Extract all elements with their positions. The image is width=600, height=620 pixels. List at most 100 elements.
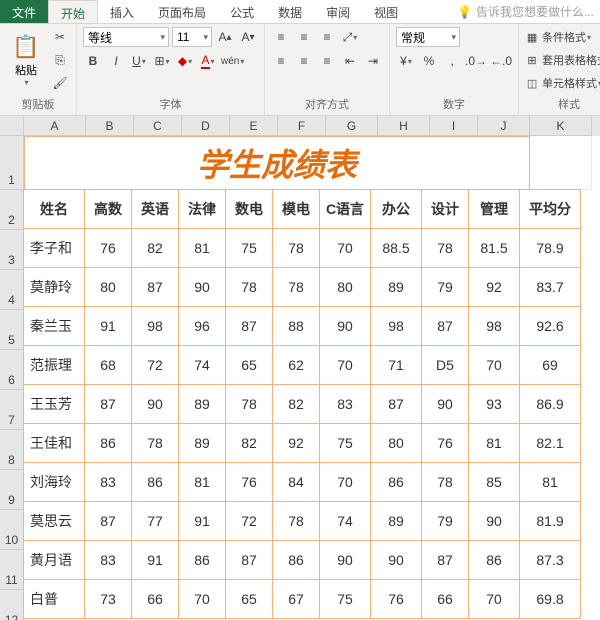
- data-cell[interactable]: 87: [84, 501, 132, 541]
- cell-styles-button[interactable]: ◫单元格样式▾: [525, 73, 600, 93]
- data-cell[interactable]: D5: [421, 345, 469, 385]
- data-cell[interactable]: 75: [319, 423, 371, 463]
- row-header[interactable]: 5: [0, 310, 24, 350]
- cell[interactable]: [530, 136, 592, 190]
- data-cell[interactable]: 83: [84, 462, 132, 502]
- data-cell[interactable]: 90: [319, 306, 371, 346]
- data-cell[interactable]: 86.9: [519, 384, 581, 424]
- row-header[interactable]: 8: [0, 430, 24, 470]
- data-cell[interactable]: 90: [319, 540, 371, 580]
- header-cell[interactable]: 管理: [468, 189, 520, 229]
- data-cell[interactable]: 76: [370, 579, 422, 619]
- data-cell[interactable]: 65: [225, 345, 273, 385]
- data-cell[interactable]: 80: [319, 267, 371, 307]
- header-cell[interactable]: 平均分: [519, 189, 581, 229]
- tab-file[interactable]: 文件: [0, 0, 48, 23]
- bold-button[interactable]: B: [83, 51, 103, 71]
- data-cell[interactable]: 83: [319, 384, 371, 424]
- data-cell[interactable]: 78.9: [519, 228, 581, 268]
- shrink-font-button[interactable]: A▾: [238, 27, 258, 47]
- format-painter-button[interactable]: 🖌: [50, 73, 70, 93]
- align-right-button[interactable]: ≡: [317, 51, 337, 71]
- column-header[interactable]: D: [182, 116, 230, 136]
- data-cell[interactable]: 79: [421, 501, 469, 541]
- data-cell[interactable]: 86: [370, 462, 422, 502]
- data-cell[interactable]: 76: [225, 462, 273, 502]
- data-cell[interactable]: 98: [370, 306, 422, 346]
- header-cell[interactable]: 数电: [225, 189, 273, 229]
- data-cell[interactable]: 73: [84, 579, 132, 619]
- data-cell[interactable]: 72: [131, 345, 179, 385]
- data-cell[interactable]: 98: [468, 306, 520, 346]
- data-cell[interactable]: 79: [421, 267, 469, 307]
- data-cell[interactable]: 82.1: [519, 423, 581, 463]
- data-cell[interactable]: 70: [319, 228, 371, 268]
- column-header[interactable]: C: [134, 116, 182, 136]
- percent-button[interactable]: %: [419, 51, 439, 71]
- data-cell[interactable]: 96: [178, 306, 226, 346]
- data-cell[interactable]: 74: [319, 501, 371, 541]
- data-cell[interactable]: 86: [468, 540, 520, 580]
- data-cell[interactable]: 78: [131, 423, 179, 463]
- data-cell[interactable]: 81: [519, 462, 581, 502]
- data-cell[interactable]: 88: [272, 306, 320, 346]
- data-cell[interactable]: 87: [421, 306, 469, 346]
- data-cell[interactable]: 80: [370, 423, 422, 463]
- data-cell[interactable]: 90: [468, 501, 520, 541]
- data-cell[interactable]: 76: [421, 423, 469, 463]
- grid[interactable]: 学生成绩表姓名高数英语法律数电模电C语言办公设计管理平均分李子和76828175…: [24, 136, 600, 619]
- row-header[interactable]: 7: [0, 390, 24, 430]
- data-cell[interactable]: 90: [421, 384, 469, 424]
- font-size-select[interactable]: 11: [172, 27, 212, 47]
- data-cell[interactable]: 75: [225, 228, 273, 268]
- align-top-button[interactable]: ≡: [271, 27, 291, 47]
- name-cell[interactable]: 王佳和: [23, 423, 85, 463]
- tab-insert[interactable]: 插入: [98, 0, 146, 23]
- data-cell[interactable]: 90: [131, 384, 179, 424]
- inc-decimal-button[interactable]: .0→: [465, 51, 487, 71]
- header-cell[interactable]: 设计: [421, 189, 469, 229]
- data-cell[interactable]: 90: [178, 267, 226, 307]
- orientation-button[interactable]: ⤢▾: [340, 27, 360, 47]
- data-cell[interactable]: 91: [131, 540, 179, 580]
- data-cell[interactable]: 78: [272, 228, 320, 268]
- indent-right-button[interactable]: ⇥: [363, 51, 383, 71]
- data-cell[interactable]: 69: [519, 345, 581, 385]
- data-cell[interactable]: 81.5: [468, 228, 520, 268]
- data-cell[interactable]: 69.8: [519, 579, 581, 619]
- header-cell[interactable]: 办公: [370, 189, 422, 229]
- column-header[interactable]: E: [230, 116, 278, 136]
- data-cell[interactable]: 68: [84, 345, 132, 385]
- data-cell[interactable]: 82: [131, 228, 179, 268]
- data-cell[interactable]: 70: [178, 579, 226, 619]
- column-header[interactable]: B: [86, 116, 134, 136]
- font-color-button[interactable]: A▾: [198, 51, 218, 71]
- row-header[interactable]: 11: [0, 550, 24, 590]
- data-cell[interactable]: 87: [225, 540, 273, 580]
- name-cell[interactable]: 莫思云: [23, 501, 85, 541]
- indent-left-button[interactable]: ⇤: [340, 51, 360, 71]
- table-format-button[interactable]: ⊞套用表格格式▾: [525, 50, 600, 70]
- header-cell[interactable]: 英语: [131, 189, 179, 229]
- data-cell[interactable]: 87: [131, 267, 179, 307]
- column-header[interactable]: A: [24, 116, 86, 136]
- title-cell[interactable]: 学生成绩表: [24, 136, 530, 190]
- tab-page[interactable]: 页面布局: [146, 0, 218, 23]
- data-cell[interactable]: 92: [468, 267, 520, 307]
- name-cell[interactable]: 黄月语: [23, 540, 85, 580]
- row-header[interactable]: 6: [0, 350, 24, 390]
- data-cell[interactable]: 87.3: [519, 540, 581, 580]
- align-middle-button[interactable]: ≡: [294, 27, 314, 47]
- column-header[interactable]: H: [378, 116, 430, 136]
- data-cell[interactable]: 77: [131, 501, 179, 541]
- align-bottom-button[interactable]: ≡: [317, 27, 337, 47]
- name-cell[interactable]: 范振理: [23, 345, 85, 385]
- column-header[interactable]: I: [430, 116, 478, 136]
- data-cell[interactable]: 78: [272, 501, 320, 541]
- row-header[interactable]: 10: [0, 510, 24, 550]
- tab-formula[interactable]: 公式: [218, 0, 266, 23]
- conditional-format-button[interactable]: ▦条件格式▾: [525, 27, 600, 47]
- cut-button[interactable]: ✂: [50, 27, 70, 47]
- data-cell[interactable]: 82: [225, 423, 273, 463]
- dec-decimal-button[interactable]: ←.0: [490, 51, 512, 71]
